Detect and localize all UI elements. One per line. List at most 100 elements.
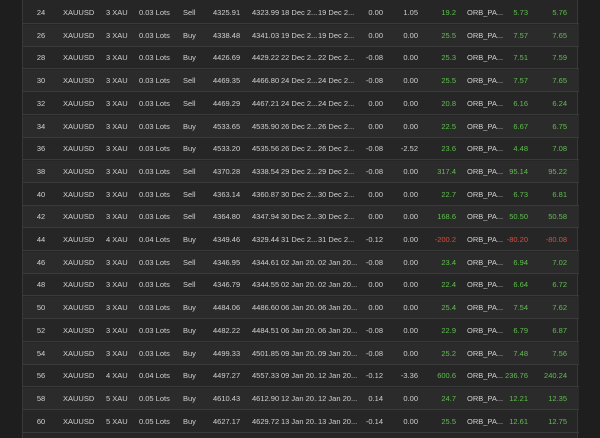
table-row[interactable]: 40 XAUUSD 3 XAU 0.03 Lots Sell 4363.14 4360.87… — [23, 184, 579, 206]
volume-cell: 3 XAU — [106, 212, 128, 222]
lots-cell: 0.05 Lots — [139, 393, 170, 403]
swap-cell: -2.52 — [400, 144, 418, 154]
table-row[interactable]: 52 XAUUSD 3 XAU 0.03 Lots Buy 4482.22 4484.51 0… — [23, 320, 579, 342]
swap-cell: 0.00 — [403, 325, 418, 335]
open-price-cell: 4349.46 — [213, 235, 241, 244]
lots-cell: 0.03 Lots — [139, 8, 170, 17]
open-price-cell: 4627.17 — [213, 416, 241, 426]
swap-cell: 0.00 — [403, 76, 418, 86]
direction-cell: Sell — [183, 280, 196, 290]
points-cell: 25.5 — [441, 30, 456, 40]
swap-cell: -3.36 — [400, 371, 418, 381]
strategy-label-cell: ORB_PA... — [467, 98, 503, 108]
commission-cell: -0.12 — [365, 235, 383, 244]
net-profit-cell: 12.75 — [548, 416, 567, 426]
points-cell: 22.9 — [441, 325, 456, 335]
strategy-label-cell: ORB_PA... — [467, 8, 503, 17]
direction-cell: Sell — [183, 189, 196, 199]
table-row[interactable]: 32 XAUUSD 3 XAU 0.03 Lots Sell 4469.29 4467.21… — [23, 93, 579, 115]
direction-cell: Buy — [183, 348, 196, 358]
swap-cell: 1.05 — [403, 8, 418, 17]
profit-cell: 6.64 — [513, 280, 528, 290]
open-time-cell: 06 Jan 20... — [281, 325, 317, 335]
profit-cell: 7.48 — [513, 348, 528, 358]
table-row[interactable]: 58 XAUUSD 5 XAU 0.05 Lots Buy 4610.43 4612.90 1… — [23, 387, 579, 410]
open-time-cell: 22 Dec 2... — [281, 53, 317, 63]
profit-cell: 7.57 — [513, 76, 528, 86]
volume-cell: 3 XAU — [106, 257, 128, 267]
table-row[interactable]: 38 XAUUSD 3 XAU 0.03 Lots Sell 4370.28 4338.54… — [23, 160, 579, 183]
direction-cell: Buy — [183, 30, 196, 40]
direction-cell: Sell — [183, 212, 196, 222]
table-row[interactable]: 26 XAUUSD 3 XAU 0.03 Lots Buy 4338.48 4341.03 1… — [23, 24, 579, 47]
lots-cell: 0.03 Lots — [139, 303, 170, 313]
trade-id-cell: 48 — [36, 280, 46, 290]
close-time-cell: 30 Dec 2... — [318, 212, 355, 222]
symbol-cell: XAUUSD — [63, 30, 95, 40]
close-time-cell: 24 Dec 2... — [318, 76, 355, 86]
volume-cell: 5 XAU — [106, 416, 128, 426]
table-row[interactable]: 48 XAUUSD 3 XAU 0.03 Lots Sell 4346.79 4344.55… — [23, 274, 579, 297]
open-time-cell: 24 Dec 2... — [281, 98, 317, 108]
points-cell: 25.4 — [441, 303, 456, 313]
profit-cell: 12.61 — [509, 416, 528, 426]
commission-cell: -0.12 — [365, 371, 383, 381]
strategy-label-cell: ORB_PA... — [467, 189, 503, 199]
table-row[interactable]: 44 XAUUSD 4 XAU 0.04 Lots Buy 4349.46 4329.44 3… — [23, 229, 579, 251]
points-cell: 20.8 — [441, 98, 456, 108]
open-time-cell: 30 Dec 2... — [281, 189, 317, 199]
net-profit-cell: 7.65 — [552, 76, 567, 86]
open-time-cell: 12 Jan 20... — [281, 393, 317, 403]
trade-id-cell: 26 — [36, 30, 46, 40]
open-price-cell: 4426.69 — [213, 53, 241, 63]
symbol-cell: XAUUSD — [63, 8, 95, 17]
table-row[interactable]: 36 XAUUSD 3 XAU 0.03 Lots Buy 4533.20 4535.56 2… — [23, 138, 579, 161]
symbol-cell: XAUUSD — [63, 348, 95, 358]
net-profit-cell: 240.24 — [544, 371, 567, 381]
strategy-label-cell: ORB_PA... — [467, 235, 503, 244]
symbol-cell: XAUUSD — [63, 144, 95, 154]
strategy-label-cell: ORB_PA... — [467, 212, 503, 222]
table-row[interactable]: 54 XAUUSD 3 XAU 0.03 Lots Buy 4499.33 4501.85 0… — [23, 342, 579, 365]
commission-cell: 0.00 — [368, 30, 383, 40]
net-profit-cell: 6.87 — [552, 325, 567, 335]
symbol-cell: XAUUSD — [63, 257, 95, 267]
open-time-cell: 02 Jan 20... — [281, 280, 317, 290]
strategy-label-cell: ORB_PA... — [467, 348, 503, 358]
profit-cell: 236.76 — [505, 371, 528, 381]
net-profit-cell: 50.58 — [548, 212, 567, 222]
table-row[interactable]: 34 XAUUSD 3 XAU 0.03 Lots Buy 4533.65 4535.90 2… — [23, 115, 579, 138]
points-cell: 23.6 — [441, 144, 456, 154]
table-row[interactable]: 24 XAUUSD 3 XAU 0.03 Lots Sell 4325.91 4323.99… — [23, 2, 579, 24]
close-time-cell: 29 Dec 2... — [318, 166, 355, 176]
open-price-cell: 4346.79 — [213, 280, 241, 290]
commission-cell: 0.00 — [368, 280, 383, 290]
swap-cell: 0.00 — [403, 280, 418, 290]
open-price-cell: 4469.35 — [213, 76, 241, 86]
open-time-cell: 26 Dec 2... — [281, 144, 317, 154]
open-time-cell: 26 Dec 2... — [281, 121, 317, 131]
swap-cell: 0.00 — [403, 212, 418, 222]
table-row[interactable]: 42 XAUUSD 3 XAU 0.03 Lots Sell 4364.80 4347.94… — [23, 206, 579, 229]
profit-cell: 7.57 — [513, 30, 528, 40]
points-cell: 25.5 — [441, 76, 456, 86]
strategy-label-cell: ORB_PA... — [467, 393, 503, 403]
open-price-cell: 4610.43 — [213, 393, 241, 403]
table-row[interactable]: 28 XAUUSD 3 XAU 0.03 Lots Buy 4426.69 4429.22 2… — [23, 47, 579, 70]
table-row[interactable]: 50 XAUUSD 3 XAU 0.03 Lots Buy 4484.06 4486.60 0… — [23, 297, 579, 320]
direction-cell: Buy — [183, 371, 196, 381]
close-time-cell: 02 Jan 20... — [318, 280, 358, 290]
table-row[interactable]: 46 XAUUSD 3 XAU 0.03 Lots Sell 4346.95 4344.61… — [23, 251, 579, 274]
table-row[interactable]: 30 XAUUSD 3 XAU 0.03 Lots Sell 4469.35 4466.80… — [23, 70, 579, 93]
volume-cell: 3 XAU — [106, 76, 128, 86]
trade-id-cell: 60 — [36, 416, 46, 426]
direction-cell: Buy — [183, 393, 196, 403]
direction-cell: Sell — [183, 166, 196, 176]
table-row[interactable]: 60 XAUUSD 5 XAU 0.05 Lots Buy 4627.17 4629.72 1… — [23, 411, 579, 433]
swap-cell: 0.00 — [403, 53, 418, 63]
table-row[interactable]: 56 XAUUSD 4 XAU 0.04 Lots Buy 4497.27 4557.33 0… — [23, 365, 579, 388]
open-price-cell: 4346.95 — [213, 257, 241, 267]
net-profit-cell: 7.56 — [552, 348, 567, 358]
direction-cell: Buy — [183, 53, 196, 63]
lots-cell: 0.03 Lots — [139, 348, 170, 358]
